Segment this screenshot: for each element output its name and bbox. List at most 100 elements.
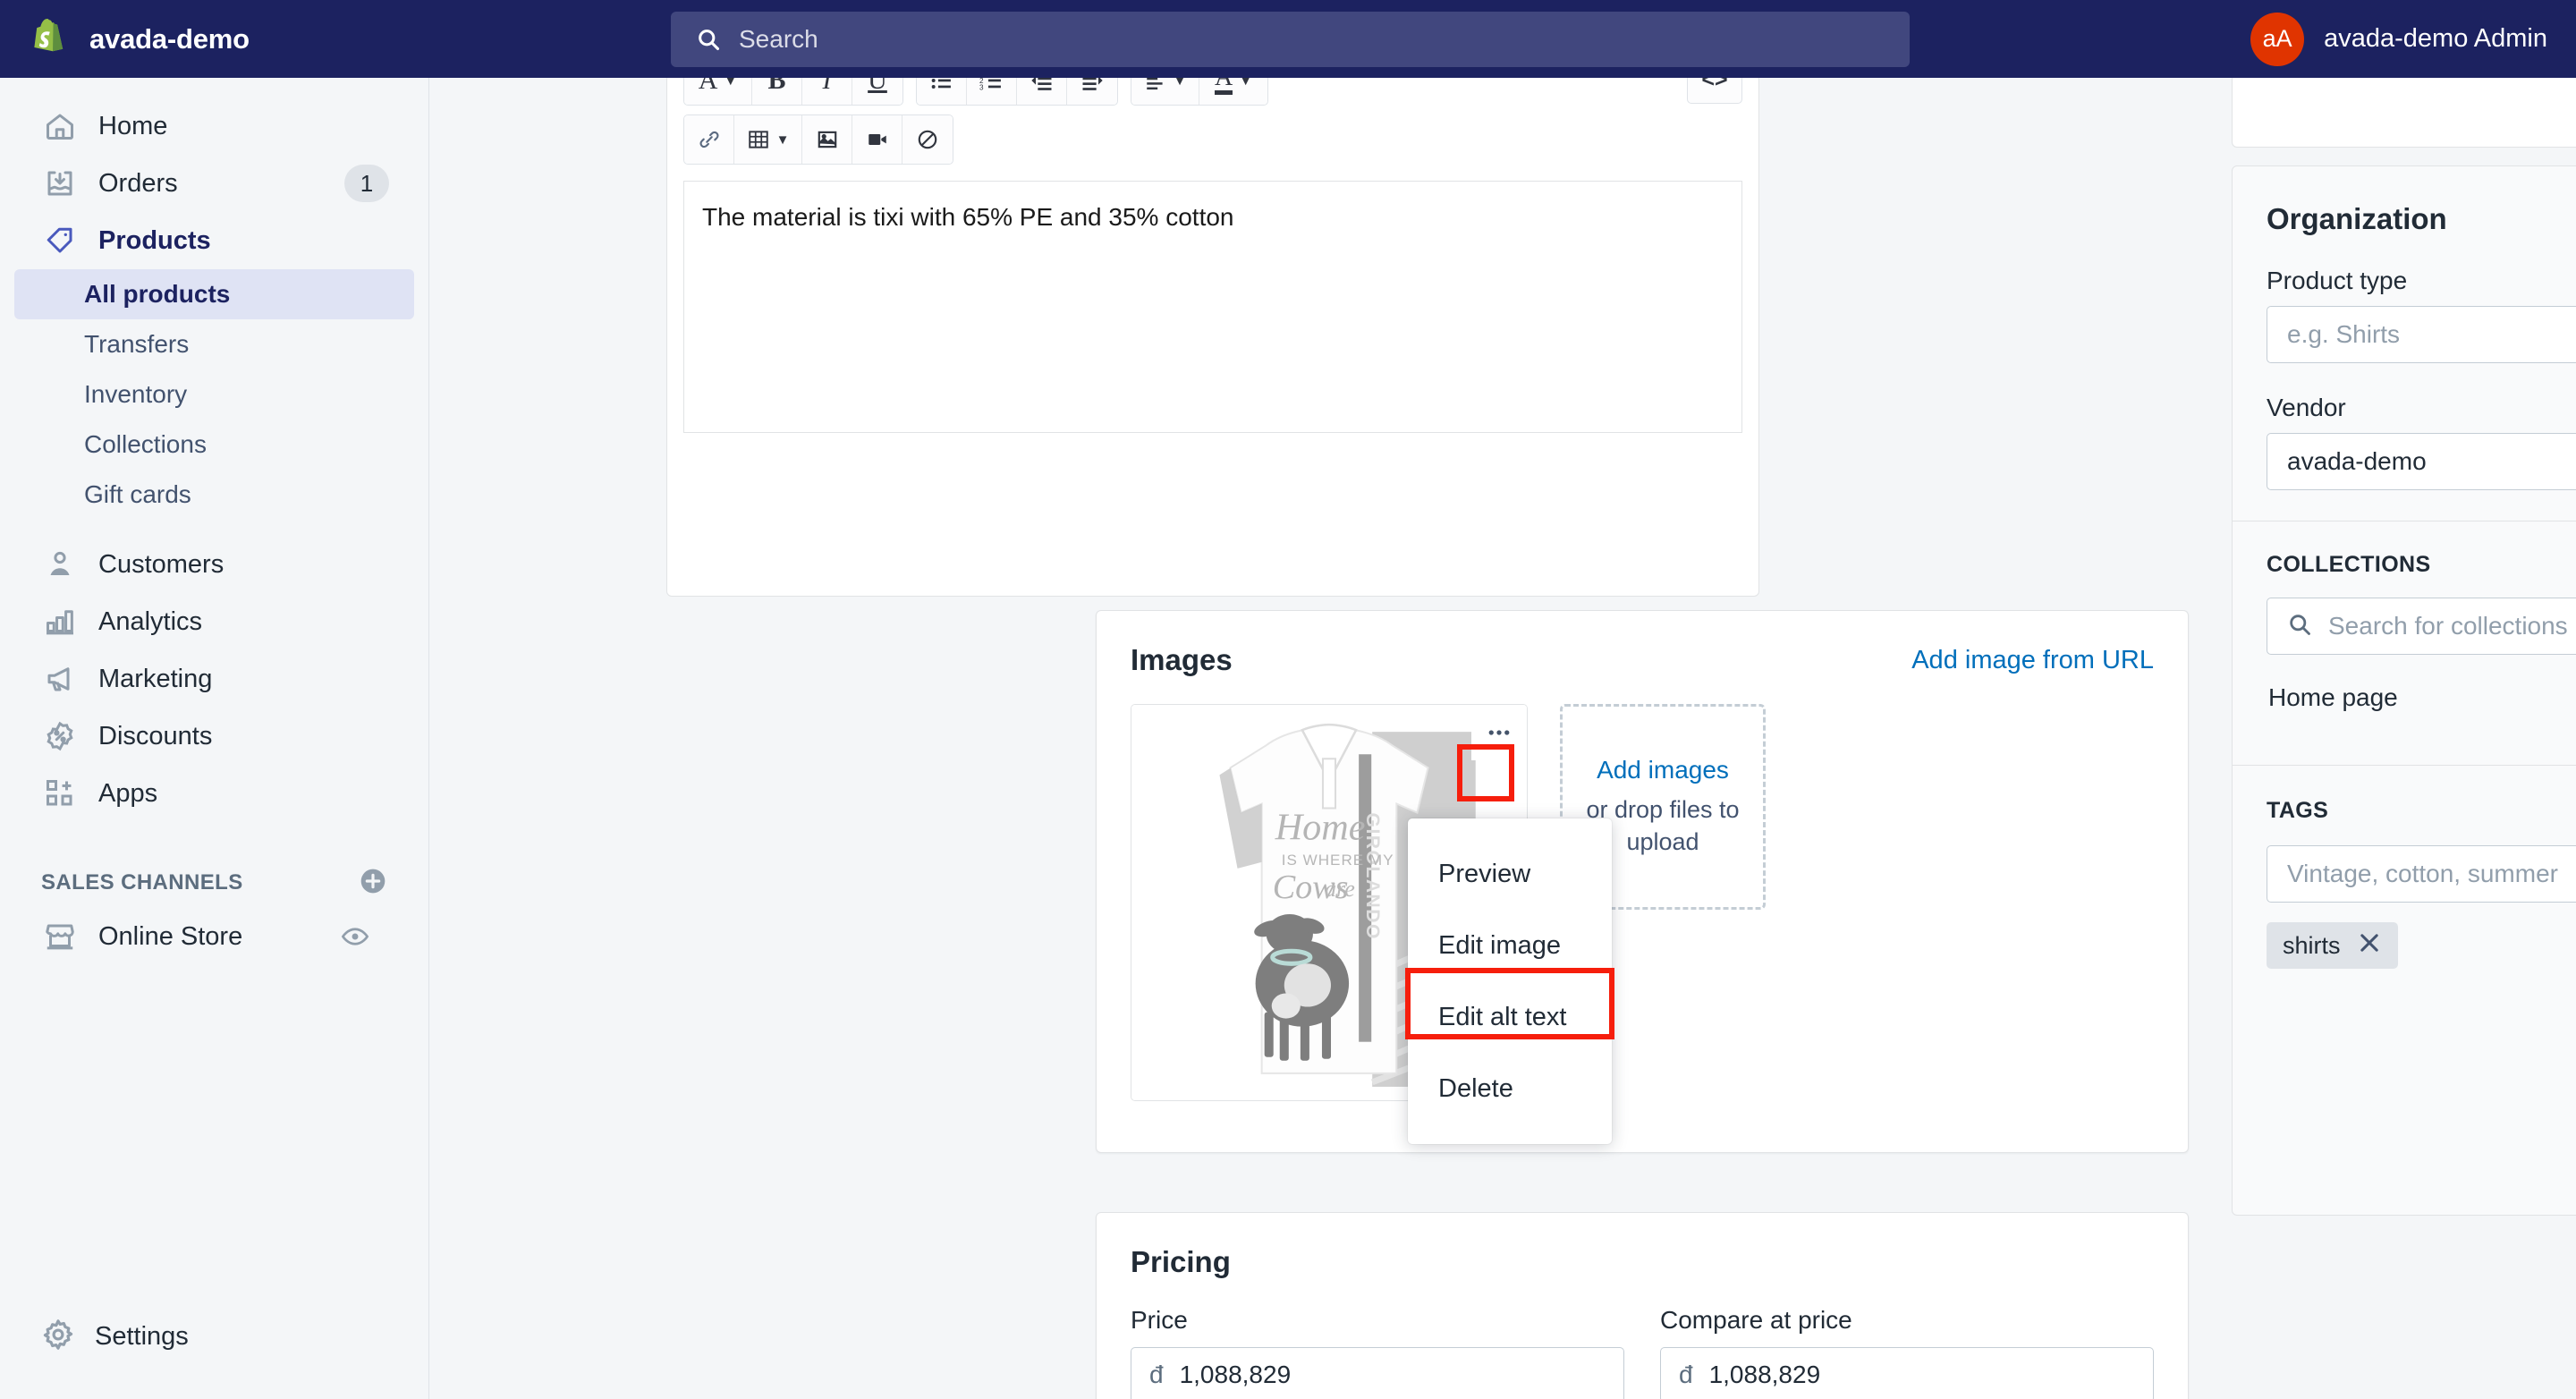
sales-channels-header: SALES CHANNELS — [0, 858, 428, 908]
collection-item-home-page: Home page — [2267, 655, 2576, 715]
compare-price-label: Compare at price — [1660, 1306, 1852, 1334]
sidebar-subitem-label: Transfers — [84, 330, 190, 358]
vendor-label: Vendor — [2267, 394, 2346, 421]
bullet-list-icon[interactable] — [917, 78, 967, 105]
menu-item-label: Preview — [1438, 859, 1531, 888]
organization-title: Organization — [2267, 202, 2447, 235]
sidebar-item-apps[interactable]: Apps — [14, 765, 414, 822]
search-input[interactable]: Search — [671, 11, 1910, 67]
sidebar-item-gift-cards[interactable]: Gift cards — [14, 470, 414, 520]
user-menu[interactable]: aA avada-demo Admin — [2250, 0, 2547, 78]
product-type-select[interactable]: e.g. Shirts ▲▼ — [2267, 306, 2576, 363]
align-color-group: ▼ A ▼ — [1131, 78, 1268, 106]
orders-badge: 1 — [344, 165, 389, 202]
price-value: 1,088,829 — [1179, 1361, 1292, 1388]
search-icon — [696, 27, 721, 52]
sidebar-item-label: Discounts — [98, 721, 213, 750]
vendor-select[interactable]: avada-demo ▲▼ — [2267, 433, 2576, 490]
svg-text:IS WHERE MY: IS WHERE MY — [1282, 852, 1394, 869]
tag-chip-shirts[interactable]: shirts — [2267, 922, 2398, 969]
pricing-title: Pricing — [1131, 1245, 1231, 1278]
compare-price-input[interactable]: đ 1,088,829 — [1660, 1347, 2154, 1399]
sidebar-item-all-products[interactable]: All products — [14, 269, 414, 319]
sidebar-item-online-store[interactable]: Online Store — [14, 908, 414, 965]
code-view-button[interactable]: <> — [1687, 78, 1742, 104]
image-options-menu: Preview Edit image Edit alt text Delete — [1408, 818, 1612, 1144]
table-icon[interactable]: ▼ — [734, 115, 802, 164]
sidebar-item-label: Analytics — [98, 606, 203, 636]
menu-item-preview[interactable]: Preview — [1408, 838, 1612, 910]
sidebar-item-settings[interactable]: Settings — [0, 1318, 429, 1356]
apps-grid-icon — [41, 775, 79, 812]
compare-price-value: 1,088,829 — [1708, 1361, 1821, 1388]
main-content: A▼ B I U 123 — [430, 78, 2576, 1399]
sidebar-item-inventory[interactable]: Inventory — [14, 369, 414, 420]
store-icon — [41, 918, 79, 955]
outdent-icon[interactable] — [1017, 78, 1067, 105]
add-images-link[interactable]: Add images — [1597, 756, 1729, 784]
tags-heading: TAGS — [2267, 798, 2329, 823]
sidebar-item-label: Marketing — [98, 664, 213, 693]
tags-section: TAGS View all tags Vintage, cotton, summ… — [2233, 766, 2576, 969]
sales-channels-label: SALES CHANNELS — [41, 870, 243, 895]
search-container: Search — [671, 11, 1910, 67]
price-label: Price — [1131, 1306, 1188, 1334]
bold-button[interactable]: B — [752, 78, 802, 105]
tags-input[interactable]: Vintage, cotton, summer — [2267, 845, 2576, 903]
home-icon — [41, 107, 79, 145]
sidebar-item-transfers[interactable]: Transfers — [14, 319, 414, 369]
text-color-button[interactable]: A ▼ — [1199, 78, 1267, 105]
eye-icon[interactable] — [326, 918, 384, 955]
images-card: Images Add image from URL GIROLANDO Home… — [1096, 610, 2189, 1153]
sidebar-item-label: Customers — [98, 549, 225, 579]
menu-item-edit-image[interactable]: Edit image — [1408, 910, 1612, 981]
underline-button[interactable]: U — [852, 78, 902, 105]
plus-circle-icon[interactable] — [359, 867, 387, 900]
description-text-area[interactable]: The material is tixi with 65% PE and 35%… — [683, 181, 1742, 433]
sidebar-item-products[interactable]: Products — [14, 212, 414, 269]
sidebar-item-customers[interactable]: Customers — [14, 536, 414, 593]
tag-chip-label: shirts — [2283, 931, 2341, 959]
sidebar-item-label: Home — [98, 111, 168, 140]
customer-person-icon — [41, 546, 79, 583]
video-icon[interactable] — [852, 115, 902, 164]
collections-search-input[interactable]: Search for collections — [2267, 598, 2576, 655]
discount-percent-icon — [41, 717, 79, 755]
pricing-card: Pricing Price đ 1,088,829 Compare at pri… — [1096, 1212, 2189, 1399]
image-more-options-button[interactable] — [1471, 705, 1527, 760]
link-icon[interactable] — [684, 115, 734, 164]
sidebar: Home Orders 1 Products All products Tran… — [0, 78, 429, 1399]
menu-item-delete[interactable]: Delete — [1408, 1053, 1612, 1124]
sidebar-item-collections[interactable]: Collections — [14, 420, 414, 470]
numbered-list-icon[interactable]: 123 — [967, 78, 1017, 105]
close-x-icon[interactable] — [2357, 930, 2382, 962]
clear-format-icon[interactable] — [902, 115, 953, 164]
brand[interactable]: avada-demo — [0, 18, 429, 61]
gear-icon — [41, 1318, 75, 1356]
indent-icon[interactable] — [1067, 78, 1117, 105]
price-input[interactable]: đ 1,088,829 — [1131, 1347, 1624, 1399]
sidebar-item-orders[interactable]: Orders 1 — [14, 155, 414, 212]
collection-name: Home page — [2268, 683, 2398, 711]
sidebar-item-discounts[interactable]: Discounts — [14, 708, 414, 765]
tags-header: TAGS View all tags — [2267, 796, 2576, 826]
font-size-button[interactable]: A ▼ — [684, 78, 752, 105]
brand-name: avada-demo — [89, 22, 250, 55]
organization-card: Organization Product type e.g. Shirts ▲▼… — [2232, 165, 2576, 1216]
editor-toolbar-row-1: A▼ B I U 123 — [667, 78, 1758, 106]
organization-section: Organization Product type e.g. Shirts ▲▼… — [2233, 166, 2576, 490]
orders-inbox-icon — [41, 165, 79, 202]
search-placeholder: Search — [739, 24, 818, 53]
sidebar-item-analytics[interactable]: Analytics — [14, 593, 414, 650]
sidebar-item-marketing[interactable]: Marketing — [14, 650, 414, 708]
sidebar-item-home[interactable]: Home — [14, 98, 414, 155]
italic-button[interactable]: I — [802, 78, 852, 105]
align-icon[interactable]: ▼ — [1131, 78, 1199, 105]
shopify-bag-icon — [29, 18, 68, 61]
menu-item-label: Delete — [1438, 1073, 1513, 1103]
add-image-from-url-link[interactable]: Add image from URL — [1911, 646, 2154, 675]
menu-item-edit-alt-text[interactable]: Edit alt text — [1408, 981, 1612, 1053]
description-text: The material is tixi with 65% PE and 35%… — [702, 203, 1234, 231]
image-icon[interactable] — [802, 115, 852, 164]
search-icon — [2287, 612, 2312, 641]
